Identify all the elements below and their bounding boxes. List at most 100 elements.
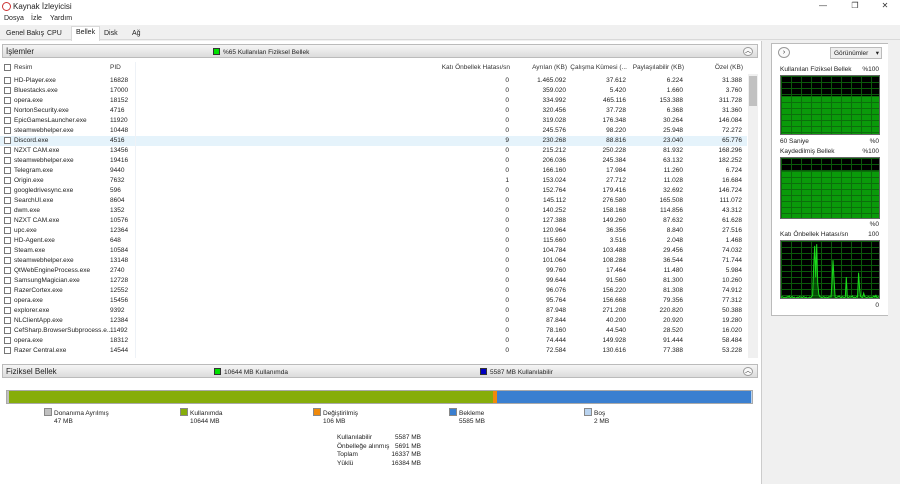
- private-kb: 27.516: [722, 227, 742, 234]
- side-scrollbar[interactable]: [888, 43, 898, 484]
- legend-item: Kullanımda 10644 MB: [180, 408, 223, 425]
- table-row[interactable]: steamwebhelper.exe 19416 0 206.036 245.384 6…: [0, 156, 747, 166]
- row-checkbox[interactable]: [4, 247, 11, 254]
- row-checkbox[interactable]: [4, 87, 11, 94]
- col-private[interactable]: Özel (KB): [715, 64, 743, 71]
- column-divider: [135, 62, 136, 358]
- commit-kb: 120.964: [542, 227, 567, 234]
- col-commit[interactable]: Ayrılan (KB): [532, 64, 567, 71]
- row-checkbox[interactable]: [4, 77, 11, 84]
- table-row[interactable]: EpicGamesLauncher.exe 11920 0 319.028 176.3…: [0, 116, 747, 126]
- row-checkbox[interactable]: [4, 227, 11, 234]
- row-checkbox[interactable]: [4, 187, 11, 194]
- row-checkbox[interactable]: [4, 197, 11, 204]
- menu-yardim[interactable]: Yardım: [50, 15, 72, 22]
- working-set-kb: 158.168: [602, 207, 627, 214]
- col-shareable[interactable]: Paylaşılabilir (KB): [633, 64, 684, 71]
- row-checkbox[interactable]: [4, 347, 11, 354]
- table-row[interactable]: upc.exe 12364 0 120.964 36.356 8.840 27.516: [0, 226, 747, 236]
- col-image[interactable]: Resim: [14, 64, 32, 71]
- row-checkbox[interactable]: [4, 207, 11, 214]
- table-row[interactable]: CefSharp.BrowserSubprocess.e... 11492 0 78…: [0, 326, 747, 336]
- tab-overview[interactable]: Genel Bakış: [2, 28, 48, 40]
- table-row[interactable]: NZXT CAM.exe 10576 0 127.388 149.260 87.632 6…: [0, 216, 747, 226]
- tab-memory[interactable]: Bellek: [71, 26, 101, 41]
- row-checkbox[interactable]: [4, 337, 11, 344]
- row-checkbox[interactable]: [4, 107, 11, 114]
- row-checkbox[interactable]: [4, 297, 11, 304]
- row-checkbox[interactable]: [4, 317, 11, 324]
- processes-header[interactable]: İşlemler %65 Kullanılan Fiziksel Bellek …: [2, 44, 758, 58]
- physical-memory-header[interactable]: Fiziksel Bellek 10644 MB Kullanımda 5587…: [2, 364, 758, 378]
- table-row[interactable]: Bluestacks.exe 17000 0 359.020 5.420 1.660 3.…: [0, 86, 747, 96]
- shareable-kb: 153.388: [659, 97, 684, 104]
- collapse-icon[interactable]: ︿: [743, 367, 753, 376]
- expand-icon[interactable]: ›: [778, 47, 790, 58]
- col-working-set[interactable]: Çalışma Kümesi (...: [570, 64, 627, 71]
- table-row[interactable]: Telegram.exe 9440 0 166.160 17.984 11.260 6.7…: [0, 166, 747, 176]
- table-row[interactable]: HD-Player.exe 16828 0 1.465.092 37.612 6.224…: [0, 76, 747, 86]
- table-row[interactable]: opera.exe 15456 0 95.764 156.668 79.356 77.31…: [0, 296, 747, 306]
- table-row[interactable]: steamwebhelper.exe 13148 0 101.064 108.288 3…: [0, 256, 747, 266]
- table-row[interactable]: Razer Central.exe 14544 0 72.584 130.616 77.…: [0, 346, 747, 356]
- row-checkbox[interactable]: [4, 267, 11, 274]
- minimize-button[interactable]: —: [808, 1, 838, 12]
- row-checkbox[interactable]: [4, 167, 11, 174]
- tab-cpu[interactable]: CPU: [43, 28, 66, 40]
- process-scrollbar[interactable]: [748, 74, 758, 358]
- row-checkbox[interactable]: [4, 127, 11, 134]
- row-checkbox[interactable]: [4, 147, 11, 154]
- views-dropdown[interactable]: Görünümler ▾: [830, 47, 882, 59]
- row-checkbox[interactable]: [4, 157, 11, 164]
- table-row[interactable]: Origin.exe 7632 1 153.024 27.712 11.028 16.68…: [0, 176, 747, 186]
- close-button[interactable]: ✕: [870, 1, 900, 12]
- tab-network[interactable]: Ağ: [128, 28, 145, 40]
- graph1-title: Kullanılan Fiziksel Bellek: [780, 66, 852, 73]
- working-set-kb: 36.356: [606, 227, 626, 234]
- maximize-button[interactable]: ❐: [840, 1, 870, 12]
- table-row[interactable]: googledrivesync.exe 596 0 152.764 179.416 32…: [0, 186, 747, 196]
- available-summary: 5587 MB Kullanılabilir: [490, 369, 553, 376]
- row-checkbox[interactable]: [4, 137, 11, 144]
- table-row[interactable]: QtWebEngineProcess.exe 2740 0 99.760 17.464…: [0, 266, 747, 276]
- row-checkbox[interactable]: [4, 287, 11, 294]
- working-set-kb: 149.928: [602, 337, 627, 344]
- menu-izle[interactable]: İzle: [31, 15, 42, 22]
- process-name: HD-Agent.exe: [14, 237, 55, 244]
- menu-dosya[interactable]: Dosya: [4, 15, 24, 22]
- table-row[interactable]: dwm.exe 1352 0 140.252 158.168 114.856 43.312: [0, 206, 747, 216]
- table-row[interactable]: explorer.exe 9392 0 87.948 271.208 220.820 50…: [0, 306, 747, 316]
- table-row[interactable]: SearchUI.exe 8604 0 145.112 276.580 165.508 1…: [0, 196, 747, 206]
- table-row[interactable]: HD-Agent.exe 648 0 115.660 3.516 2.048 1.468: [0, 236, 747, 246]
- table-row[interactable]: NLClientApp.exe 12384 0 87.844 40.200 20.920…: [0, 316, 747, 326]
- hard-faults: 0: [505, 97, 509, 104]
- row-checkbox[interactable]: [4, 217, 11, 224]
- tab-disk[interactable]: Disk: [100, 28, 122, 40]
- collapse-icon[interactable]: ︿: [743, 47, 753, 56]
- col-pid[interactable]: PID: [110, 64, 121, 71]
- table-row[interactable]: RazerCortex.exe 12552 0 96.076 156.220 81.30…: [0, 286, 747, 296]
- col-hard-faults[interactable]: Katı Önbellek Hatası/sn: [442, 64, 510, 71]
- table-row[interactable]: SamsungMagician.exe 12728 0 99.644 91.560 81…: [0, 276, 747, 286]
- row-checkbox[interactable]: [4, 177, 11, 184]
- table-row[interactable]: steamwebhelper.exe 10448 0 245.576 98.220 25…: [0, 126, 747, 136]
- table-row[interactable]: Discord.exe 4516 9 230.268 88.816 23.040 65.7…: [0, 136, 747, 146]
- hard-faults: 0: [505, 77, 509, 84]
- row-checkbox[interactable]: [4, 257, 11, 264]
- table-row[interactable]: NZXT CAM.exe 13456 0 215.212 250.228 81.932 1…: [0, 146, 747, 156]
- row-checkbox[interactable]: [4, 327, 11, 334]
- working-set-kb: 27.712: [606, 177, 626, 184]
- table-row[interactable]: opera.exe 18312 0 74.444 149.928 91.444 58.48…: [0, 336, 747, 346]
- table-row[interactable]: Steam.exe 10584 0 104.784 103.488 29.456 74.0…: [0, 246, 747, 256]
- table-row[interactable]: NortonSecurity.exe 4716 0 320.456 37.728 6.3…: [0, 106, 747, 116]
- scroll-thumb[interactable]: [749, 76, 757, 106]
- row-checkbox[interactable]: [4, 277, 11, 284]
- menu-bar: Dosya İzle Yardım: [0, 13, 900, 25]
- row-checkbox[interactable]: [4, 97, 11, 104]
- legend-swatch: [449, 408, 457, 416]
- row-checkbox[interactable]: [4, 307, 11, 314]
- row-checkbox[interactable]: [4, 117, 11, 124]
- table-row[interactable]: opera.exe 18152 0 334.992 465.116 153.388 311…: [0, 96, 747, 106]
- row-checkbox[interactable]: [4, 237, 11, 244]
- select-all-checkbox[interactable]: [4, 64, 11, 71]
